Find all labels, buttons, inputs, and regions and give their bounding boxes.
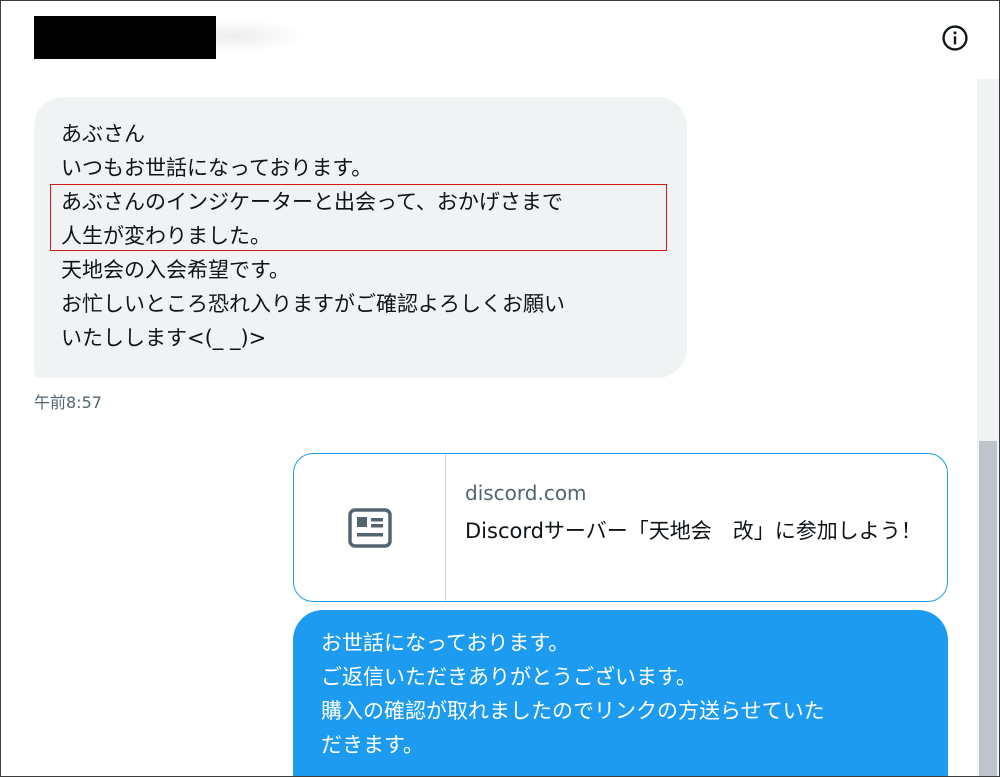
conversation-header bbox=[1, 1, 999, 79]
outgoing-message-bubble[interactable]: お世話になっております。 ご返信いただきありがとうございます。 購入の確認が取れ… bbox=[293, 610, 948, 776]
message-line: お忙しいところ恐れ入りますがご確認よろしくお願い bbox=[61, 292, 565, 316]
message-line-highlighted: あぶさんのインジケーターと出会って、おかげさまで bbox=[61, 190, 563, 214]
message-line: だきます。 bbox=[321, 733, 424, 757]
link-card-title: Discordサーバー「天地会 改」に参加しよう！ bbox=[465, 519, 922, 543]
message-line: あぶさん bbox=[61, 122, 145, 146]
dm-conversation-window: あぶさん いつもお世話になっております。 あぶさんのインジケーターと出会って、お… bbox=[0, 0, 1000, 777]
article-icon bbox=[347, 507, 392, 548]
message-line: いたしします<(_ _)> bbox=[61, 326, 267, 350]
info-circle-icon bbox=[942, 25, 968, 51]
message-line: 購入の確認が取れましたのでリンクの方送らせていた bbox=[321, 699, 825, 723]
message-line: お世話になっております。 bbox=[321, 631, 570, 655]
message-line-highlighted: 人生が変わりました。 bbox=[61, 224, 271, 248]
message-line: 天地会の入会希望です。 bbox=[61, 258, 290, 282]
message-line: ご返信いただきありがとうございます。 bbox=[321, 665, 697, 689]
incoming-message-text: あぶさん いつもお世話になっております。 あぶさんのインジケーターと出会って、お… bbox=[61, 117, 565, 355]
redaction-smudge bbox=[216, 19, 306, 53]
message-line: いつもお世話になっております。 bbox=[61, 156, 373, 180]
conversation-info-button[interactable] bbox=[938, 21, 972, 55]
outgoing-message-text: お世話になっております。 ご返信いただきありがとうございます。 購入の確認が取れ… bbox=[321, 626, 825, 762]
link-card-thumbnail bbox=[294, 454, 446, 601]
link-preview-card[interactable]: discord.com Discordサーバー「天地会 改」に参加しよう！ bbox=[293, 453, 948, 602]
link-card-domain: discord.com bbox=[465, 481, 587, 505]
incoming-message-bubble[interactable]: あぶさん いつもお世話になっております。 あぶさんのインジケーターと出会って、お… bbox=[34, 97, 687, 378]
redacted-username bbox=[34, 16, 216, 59]
scrollbar-thumb[interactable] bbox=[979, 441, 997, 776]
message-timestamp: 午前8:57 bbox=[34, 393, 102, 412]
